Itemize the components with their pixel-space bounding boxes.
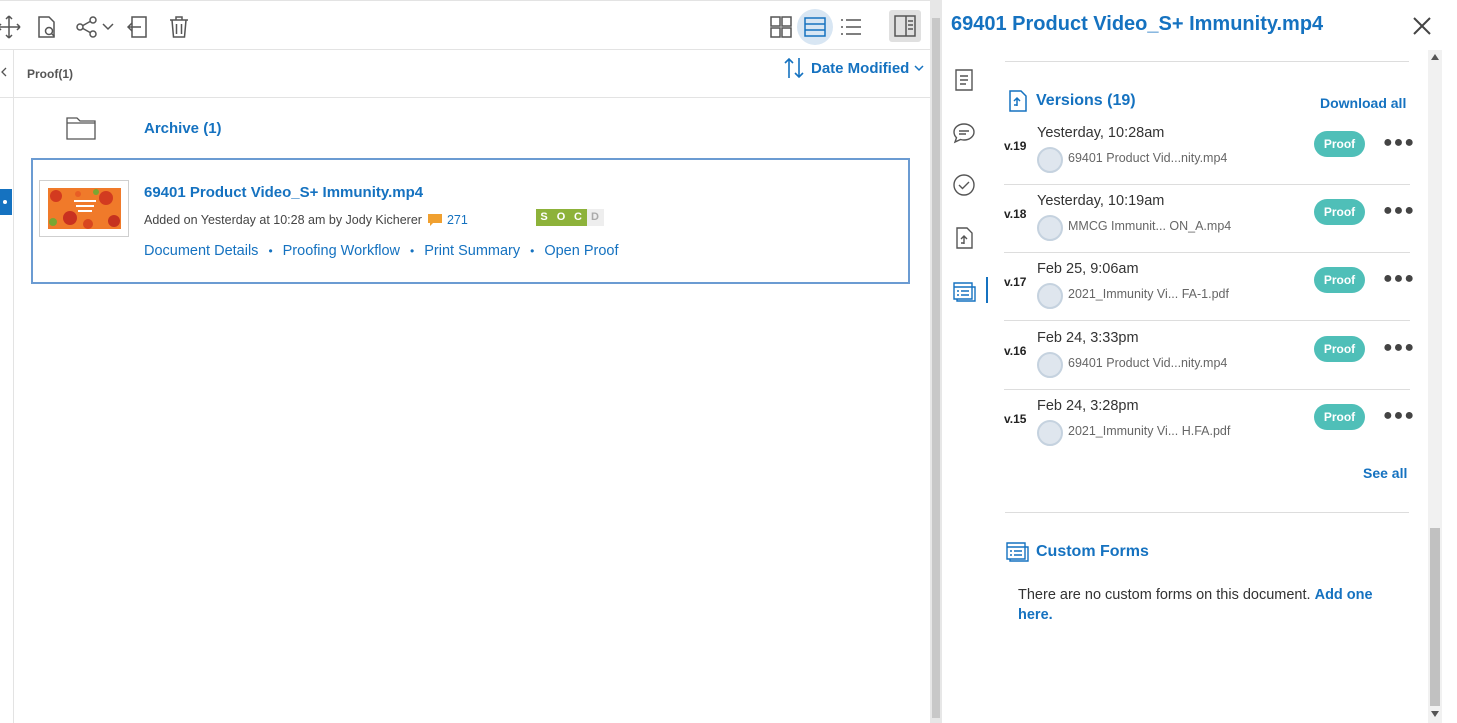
avatar [1037, 215, 1063, 241]
version-file: 69401 Product Vid...nity.mp4 [1068, 356, 1228, 370]
status-o: O [553, 209, 570, 226]
grid-view-icon[interactable] [768, 14, 794, 40]
sort-control[interactable]: Date Modified [783, 55, 925, 81]
scrollbar-thumb[interactable] [1430, 528, 1440, 706]
version-number: v.17 [1004, 275, 1027, 289]
status-indicators: S O C D [536, 209, 604, 226]
versions-header: Versions (19) [1008, 90, 1136, 112]
folder-icon [66, 114, 96, 140]
move-icon[interactable] [0, 14, 22, 40]
proof-button[interactable]: Proof [1314, 336, 1365, 362]
version-number: v.16 [1004, 344, 1027, 358]
custom-forms-header: Custom Forms [1006, 541, 1149, 563]
versions-icon[interactable] [952, 226, 976, 250]
avatar [1037, 420, 1063, 446]
version-file: 2021_Immunity Vi... FA-1.pdf [1068, 287, 1229, 301]
proof-button[interactable]: Proof [1314, 131, 1365, 157]
more-options-icon[interactable]: ●●● [1383, 270, 1415, 288]
version-date: Feb 24, 3:33pm [1037, 330, 1139, 346]
proof-button[interactable]: Proof [1314, 404, 1365, 430]
version-file: 69401 Product Vid...nity.mp4 [1068, 151, 1228, 165]
version-date: Yesterday, 10:19am [1037, 193, 1165, 209]
version-file: MMCG Immunit... ON_A.mp4 [1068, 219, 1232, 233]
document-info-icon[interactable] [952, 68, 976, 92]
proof-button[interactable]: Proof [1314, 199, 1365, 225]
custom-forms-icon[interactable] [952, 279, 976, 303]
scroll-down-icon [1431, 711, 1439, 717]
status-s: S [536, 209, 553, 226]
version-date: Feb 25, 9:06am [1037, 261, 1139, 277]
trash-icon[interactable] [166, 14, 192, 40]
folder-row[interactable]: Archive (1) [14, 98, 930, 158]
version-file: 2021_Immunity Vi... H.FA.pdf [1068, 424, 1231, 438]
document-details-link[interactable]: Document Details [144, 243, 258, 259]
sort-icon [784, 57, 804, 79]
chevron-down-icon [914, 65, 924, 72]
version-row[interactable]: v.17 Feb 25, 9:06am 2021_Immunity Vi... … [1004, 253, 1414, 321]
panel-title: 69401 Product Video_S+ Immunity.mp4 [951, 13, 1324, 35]
custom-forms-empty-text: There are no custom forms on this docume… [1018, 587, 1311, 603]
version-row[interactable]: v.18 Yesterday, 10:19am MMCG Immunit... … [1004, 185, 1414, 253]
proof-button[interactable]: Proof [1314, 267, 1365, 293]
avatar [1037, 352, 1063, 378]
comment-count[interactable]: 271 [447, 213, 468, 227]
panel-scrollbar[interactable] [1428, 50, 1442, 723]
toolbar [0, 0, 930, 50]
avatar [1037, 147, 1063, 173]
panel-toggle-icon [894, 15, 916, 37]
more-options-icon[interactable]: ●●● [1383, 339, 1415, 357]
proofing-workflow-link[interactable]: Proofing Workflow [283, 243, 400, 259]
more-options-icon[interactable]: ●●● [1383, 407, 1415, 425]
left-collapse-strip[interactable] [0, 50, 14, 723]
approval-icon[interactable] [952, 173, 976, 197]
share-icon[interactable] [74, 14, 100, 40]
document-card[interactable]: 69401 Product Video_S+ Immunity.mp4 Adde… [31, 158, 910, 284]
comment-icon [427, 214, 442, 226]
list-view-icon[interactable] [838, 14, 864, 40]
exit-icon[interactable] [126, 14, 152, 40]
thumbnail-image [48, 188, 121, 229]
versions-header-icon [1009, 90, 1027, 112]
more-options-icon[interactable]: ●●● [1383, 202, 1415, 220]
version-number: v.18 [1004, 207, 1027, 221]
avatar [1037, 283, 1063, 309]
document-title[interactable]: 69401 Product Video_S+ Immunity.mp4 [144, 184, 423, 201]
panel-toggle-button[interactable] [889, 10, 921, 42]
folder-label[interactable]: Archive (1) [144, 120, 222, 137]
version-row[interactable]: v.16 Feb 24, 3:33pm 69401 Product Vid...… [1004, 322, 1414, 390]
custom-forms-message: There are no custom forms on this docume… [1018, 585, 1398, 625]
scroll-up-icon [1431, 54, 1439, 60]
version-date: Feb 24, 3:28pm [1037, 398, 1139, 414]
more-options-icon[interactable]: ●●● [1383, 134, 1415, 152]
status-c: C [570, 209, 587, 226]
version-number: v.19 [1004, 139, 1027, 153]
split-handle[interactable] [930, 0, 942, 723]
sort-label: Date Modified [811, 59, 910, 77]
document-added-info: Added on Yesterday at 10:28 am by Jody K… [144, 213, 422, 227]
version-number: v.15 [1004, 412, 1027, 426]
search-document-icon[interactable] [34, 14, 60, 40]
comments-icon[interactable] [952, 121, 976, 145]
side-active-indicator [986, 277, 988, 303]
version-row[interactable]: v.19 Yesterday, 10:28am 69401 Product Vi… [1004, 117, 1414, 185]
chevron-down-icon[interactable] [101, 14, 115, 40]
document-thumbnail[interactable] [39, 180, 129, 237]
open-proof-link[interactable]: Open Proof [544, 243, 618, 259]
breadcrumb[interactable]: Proof(1) [27, 67, 73, 81]
version-date: Yesterday, 10:28am [1037, 125, 1165, 141]
version-row[interactable]: v.15 Feb 24, 3:28pm 2021_Immunity Vi... … [1004, 390, 1414, 458]
left-panel-tab[interactable] [0, 189, 12, 215]
print-summary-link[interactable]: Print Summary [424, 243, 520, 259]
custom-forms-header-icon [1006, 542, 1029, 562]
see-all-link[interactable]: See all [1363, 465, 1407, 481]
document-links: Document Details • Proofing Workflow • P… [144, 243, 619, 259]
detail-view-icon[interactable] [802, 14, 828, 40]
status-d: D [587, 209, 604, 226]
custom-forms-title: Custom Forms [1036, 543, 1149, 560]
document-meta: Added on Yesterday at 10:28 am by Jody K… [144, 213, 468, 227]
download-all-link[interactable]: Download all [1320, 95, 1406, 111]
chevron-left-icon [1, 67, 7, 77]
close-icon[interactable] [1410, 14, 1434, 38]
versions-title: Versions (19) [1036, 92, 1136, 109]
